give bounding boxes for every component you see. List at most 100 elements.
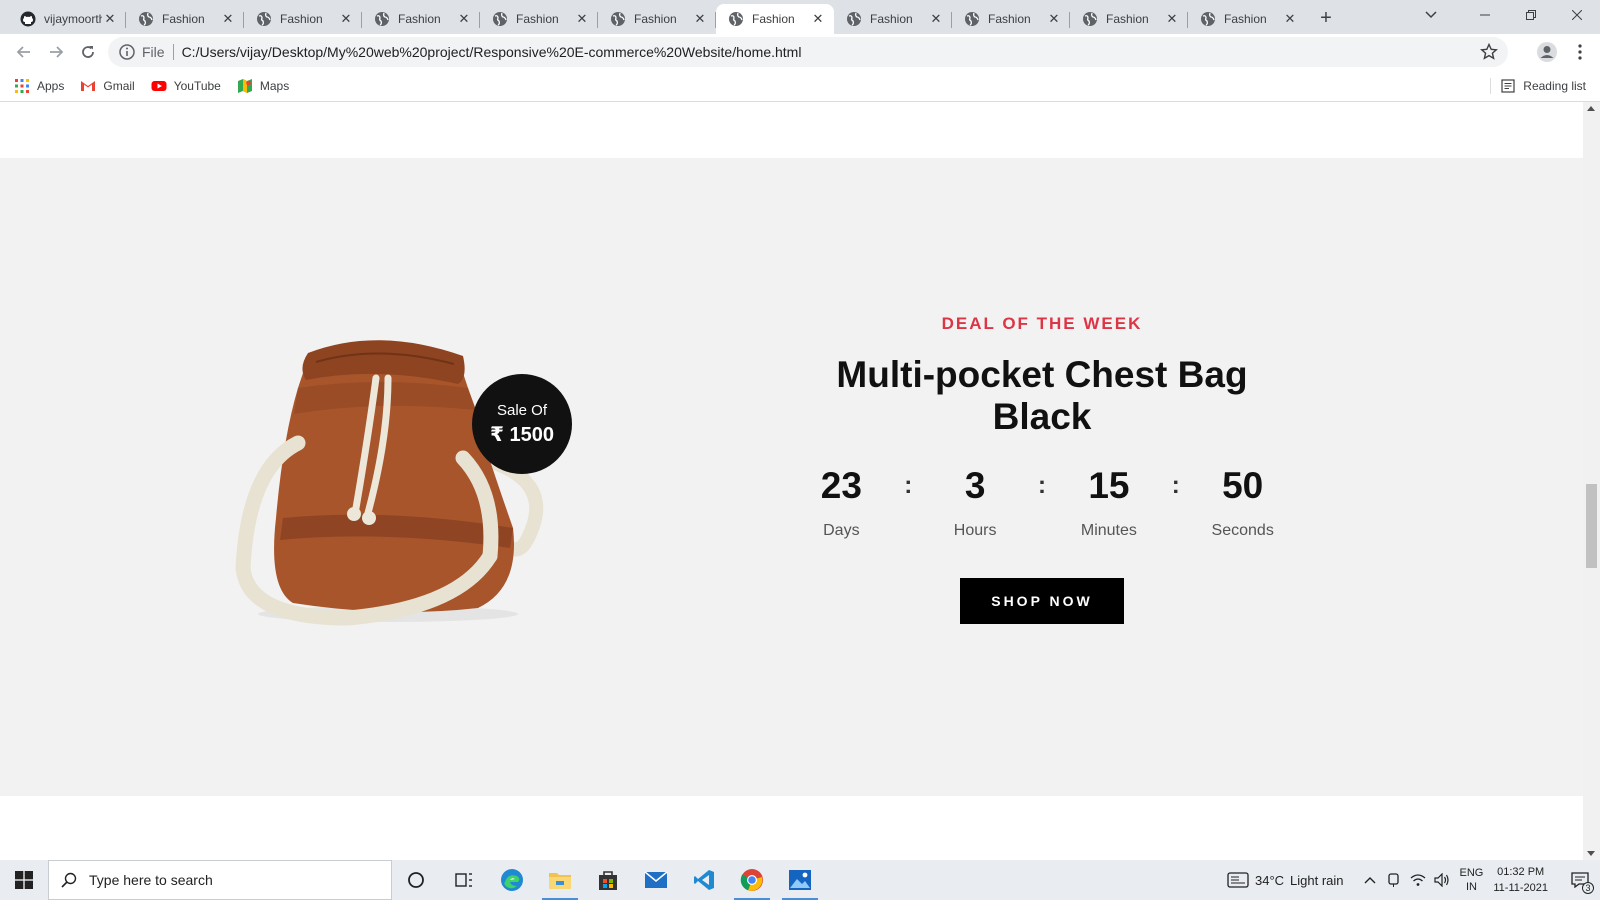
tab-close-icon[interactable]: ✕ xyxy=(928,11,944,27)
profile-button[interactable] xyxy=(1531,36,1563,68)
back-button[interactable] xyxy=(8,36,40,68)
tab-close-icon[interactable]: ✕ xyxy=(1164,11,1180,27)
browser-tab[interactable]: Fashion ✕ xyxy=(244,4,362,34)
taskbar-store[interactable] xyxy=(584,860,632,900)
show-hidden-icons-button[interactable] xyxy=(1358,860,1382,900)
address-bar[interactable]: File C:/Users/vijay/Desktop/My%20web%20p… xyxy=(108,37,1508,67)
countdown-minutes: 15 Minutes xyxy=(1052,464,1167,540)
tab-search-button[interactable] xyxy=(1408,0,1454,30)
reload-icon xyxy=(82,46,94,58)
restore-button[interactable] xyxy=(1508,0,1554,30)
browser-menu-button[interactable] xyxy=(1568,36,1592,68)
region-code: IN xyxy=(1465,881,1477,893)
reload-button[interactable] xyxy=(72,36,104,68)
shop-now-button[interactable]: SHOP NOW xyxy=(960,578,1124,624)
close-window-button[interactable] xyxy=(1554,0,1600,30)
bookmark-star-icon[interactable] xyxy=(1480,43,1498,61)
weather-temp: 34°C xyxy=(1254,872,1285,888)
volume-button[interactable] xyxy=(1430,860,1454,900)
tab-title: Fashion xyxy=(280,12,323,26)
taskbar-vscode[interactable] xyxy=(680,860,728,900)
tab-title: Fashion xyxy=(752,12,795,26)
action-center-button[interactable]: 3 xyxy=(1560,860,1600,900)
input-language-button[interactable]: ENG IN xyxy=(1460,866,1484,894)
globe-icon xyxy=(375,12,389,26)
browser-tab[interactable]: Fashion ✕ xyxy=(480,4,598,34)
tab-close-icon[interactable]: ✕ xyxy=(456,11,472,27)
tab-close-icon[interactable]: ✕ xyxy=(574,11,590,27)
bookmark-maps[interactable]: Maps xyxy=(237,78,289,94)
bookmark-gmail[interactable]: Gmail xyxy=(80,78,135,94)
reading-list-button[interactable]: Reading list xyxy=(1490,78,1586,94)
bookmark-label: Maps xyxy=(259,78,290,93)
browser-tab[interactable]: Fashion ✕ xyxy=(1070,4,1188,34)
folder-icon xyxy=(549,873,571,889)
tab-close-icon[interactable]: ✕ xyxy=(692,11,708,27)
bookmarks-bar: Apps Gmail YouTube Maps Reading list xyxy=(0,70,1600,102)
tab-close-icon[interactable]: ✕ xyxy=(1282,11,1298,27)
taskbar-edge[interactable] xyxy=(488,860,536,900)
new-tab-button[interactable]: + xyxy=(1312,4,1340,32)
taskbar-mail[interactable] xyxy=(632,860,680,900)
store-bag-icon xyxy=(599,871,617,890)
taskbar-file-explorer[interactable] xyxy=(536,860,584,900)
tab-close-icon[interactable]: ✕ xyxy=(1046,11,1062,27)
weather-widget[interactable]: 34°C Light rain xyxy=(1227,872,1344,888)
tab-title: Fashion xyxy=(634,12,677,26)
bookmark-youtube[interactable]: YouTube xyxy=(151,78,221,94)
browser-tab[interactable]: vijaymoorthy✕ xyxy=(8,4,126,34)
countdown-value: 3 xyxy=(964,465,986,506)
browser-tab[interactable]: Fashion ✕ xyxy=(716,4,834,34)
tab-list: vijaymoorthy✕ Fashion ✕ Fashion ✕ Fashion ✕ Fas… xyxy=(0,0,1306,34)
scroll-up-arrow-icon[interactable] xyxy=(1587,106,1595,111)
tab-title: Fashion xyxy=(988,12,1031,26)
start-button[interactable] xyxy=(0,860,48,900)
url-separator xyxy=(172,44,174,60)
tab-close-icon[interactable]: ✕ xyxy=(810,11,826,27)
tab-close-icon[interactable]: ✕ xyxy=(220,11,236,27)
countdown-seconds: 50 Seconds xyxy=(1185,464,1300,540)
cortana-button[interactable] xyxy=(392,860,440,900)
deal-tag: DEAL OF THE WEEK xyxy=(941,314,1143,333)
globe-icon xyxy=(729,12,743,26)
countdown-separator: : xyxy=(1171,472,1180,499)
page-scrollbar[interactable] xyxy=(1583,102,1600,860)
taskbar-photos[interactable] xyxy=(776,860,824,900)
tab-close-icon[interactable]: ✕ xyxy=(338,11,354,27)
minimize-icon xyxy=(1480,14,1490,16)
bookmark-apps[interactable]: Apps xyxy=(14,78,64,94)
taskbar-chrome[interactable] xyxy=(728,860,776,900)
deal-info: DEAL OF THE WEEK Multi-pocket Chest Bag … xyxy=(784,314,1300,624)
reading-list-label: Reading list xyxy=(1523,79,1586,93)
browser-tab[interactable]: Fashion ✕ xyxy=(1188,4,1306,34)
info-icon[interactable] xyxy=(118,43,136,61)
url-text[interactable]: C:/Users/vijay/Desktop/My%20web%20projec… xyxy=(182,44,802,60)
sale-badge-price: ₹ 1500 xyxy=(490,423,554,446)
browser-tab[interactable]: Fashion ✕ xyxy=(598,4,716,34)
browser-tab[interactable]: Fashion ✕ xyxy=(834,4,952,34)
search-placeholder: Type here to search xyxy=(89,872,213,888)
deal-of-the-week-section: Sale Of ₹ 1500 DEAL OF THE WEEK Multi-po… xyxy=(0,158,1583,796)
photos-icon xyxy=(789,870,811,890)
browser-tab[interactable]: Fashion ✕ xyxy=(362,4,480,34)
countdown-timer: 23 Days : 3 Hours : 15 Minutes : 50 Seco… xyxy=(784,464,1300,540)
bookmarks-divider xyxy=(1490,78,1492,94)
sale-badge: Sale Of ₹ 1500 xyxy=(472,374,572,474)
scroll-down-arrow-icon[interactable] xyxy=(1587,851,1595,856)
network-button[interactable] xyxy=(1406,860,1430,900)
globe-icon xyxy=(847,12,861,26)
scrollbar-thumb[interactable] xyxy=(1586,484,1597,568)
clock-time: 01:32 PM xyxy=(1497,866,1545,878)
countdown-value: 15 xyxy=(1088,465,1130,506)
forward-button[interactable] xyxy=(40,36,72,68)
minimize-button[interactable] xyxy=(1462,0,1508,30)
task-view-button[interactable] xyxy=(440,860,488,900)
account-icon xyxy=(1537,42,1557,62)
tray-app-button[interactable] xyxy=(1382,860,1406,900)
clock[interactable]: 01:32 PM 11-11-2021 xyxy=(1493,864,1548,896)
tab-title: Fashion xyxy=(162,12,205,26)
tab-close-icon[interactable]: ✕ xyxy=(102,11,118,27)
browser-tab[interactable]: Fashion ✕ xyxy=(952,4,1070,34)
taskbar-search-input[interactable]: Type here to search xyxy=(48,860,392,900)
browser-tab[interactable]: Fashion ✕ xyxy=(126,4,244,34)
